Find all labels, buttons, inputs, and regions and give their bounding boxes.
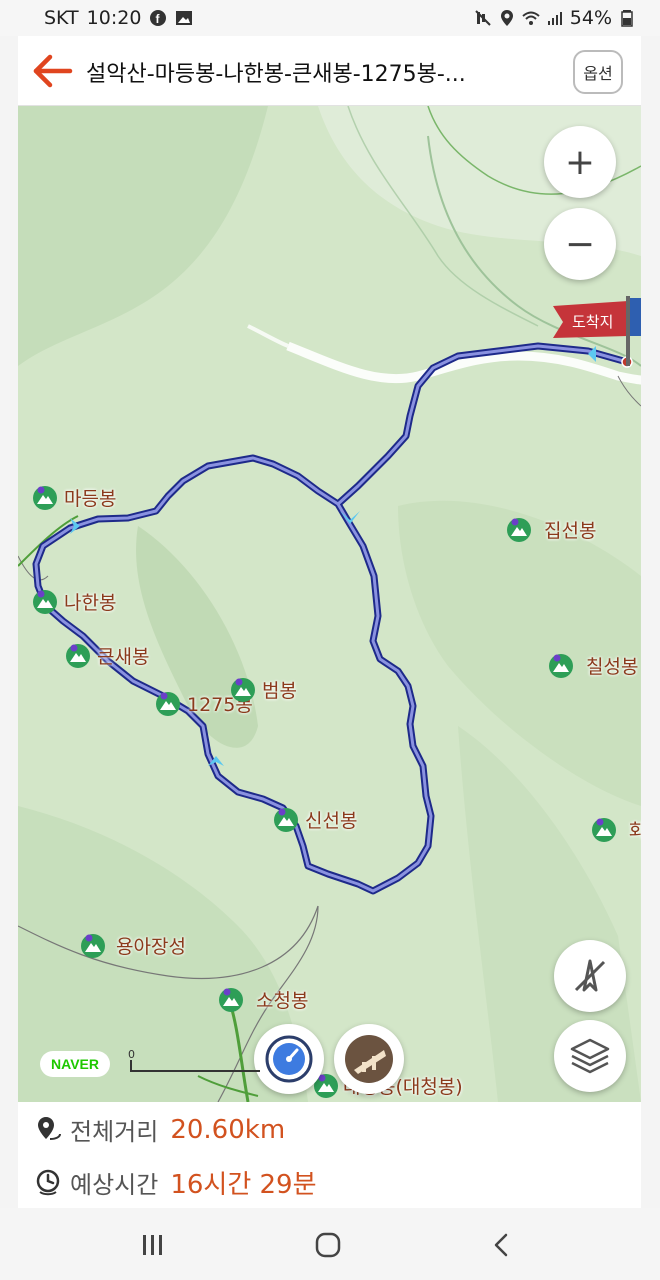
mountain-icon	[549, 653, 573, 678]
peak-marker[interactable]: 칠성봉	[548, 652, 638, 679]
speedometer-icon	[265, 1035, 313, 1083]
time-row: 예상시간 16시간 29분	[36, 1164, 317, 1201]
peak-marker[interactable]: 신선봉	[273, 806, 357, 833]
peak-marker[interactable]: 화	[591, 816, 641, 843]
peak-label: 화	[629, 820, 641, 842]
mountain-icon	[592, 817, 616, 842]
mountain-icon	[156, 691, 180, 716]
distance-value: 20.60km	[170, 1114, 286, 1145]
recents-button[interactable]	[133, 1228, 173, 1262]
route-title: 설악산-마등봉-나한봉-큰새봉-1275봉-...	[86, 62, 466, 87]
options-button[interactable]: 옵션	[573, 50, 623, 94]
home-icon	[315, 1232, 341, 1258]
back-nav-button[interactable]	[482, 1228, 522, 1262]
recents-icon	[143, 1235, 162, 1255]
zoom-in-button[interactable]: +	[544, 126, 616, 198]
peak-marker[interactable]: 나한봉	[32, 588, 116, 615]
peak-label: 집선봉	[544, 520, 597, 542]
facebook-icon: f	[150, 10, 167, 26]
distance-row: 전체거리 20.60km	[36, 1112, 285, 1147]
battery-icon	[621, 10, 633, 27]
route-pin-icon	[38, 1116, 61, 1140]
location-icon	[500, 10, 513, 26]
peak-label: 용아장성	[116, 936, 186, 958]
route-info-panel: 전체거리 20.60km 예상시간 16시간 29분	[18, 1102, 641, 1208]
mute-icon	[475, 10, 491, 26]
mountain-icon	[33, 589, 57, 614]
time-label: 예상시간	[70, 1171, 159, 1199]
arrival-label: 도착지	[572, 313, 614, 331]
peak-label: 범봉	[262, 680, 297, 702]
compass-button[interactable]	[554, 940, 626, 1012]
peak-label: 소청봉	[256, 990, 309, 1012]
mountain-icon	[81, 933, 105, 958]
carrier-text: SKT	[44, 7, 79, 29]
elevation-icon	[345, 1035, 393, 1083]
zoom-out-button[interactable]: −	[544, 208, 616, 280]
scale-bar	[130, 1060, 260, 1072]
naver-logo: NAVER	[40, 1051, 110, 1077]
screen: SKT 10:20 f 54% 설악산-마등봉-나한봉-큰새봉-1275봉-..…	[0, 0, 660, 1280]
peak-marker[interactable]: 큰새봉	[65, 642, 149, 669]
wifi-icon	[522, 11, 540, 25]
distance-label: 전체거리	[70, 1118, 159, 1146]
mountain-icon	[33, 485, 57, 510]
back-button[interactable]	[28, 50, 76, 92]
layers-button[interactable]	[554, 1020, 626, 1092]
back-icon	[494, 1233, 508, 1257]
layers-icon	[570, 1038, 610, 1074]
arrow-left-icon	[33, 54, 73, 88]
system-nav-bar	[0, 1208, 660, 1280]
peak-label: 나한봉	[64, 592, 117, 614]
peak-label: 마등봉	[64, 488, 117, 510]
home-button[interactable]	[308, 1228, 348, 1262]
gallery-icon	[176, 11, 193, 25]
peak-marker[interactable]: 집선봉	[506, 516, 596, 543]
time-text: 10:20	[86, 7, 142, 29]
signal-icon	[547, 12, 562, 25]
mountain-icon	[274, 807, 298, 832]
mountain-icon	[507, 517, 531, 542]
battery-text: 54%	[569, 7, 612, 29]
app-header: 설악산-마등봉-나한봉-큰새봉-1275봉-... 옵션	[18, 36, 641, 106]
clock-icon	[36, 1169, 60, 1195]
mountain-icon	[66, 643, 90, 668]
peak-label: 칠성봉	[586, 656, 639, 678]
peak-label: 큰새봉	[97, 646, 150, 668]
peak-marker[interactable]: 소청봉	[218, 986, 308, 1013]
mountain-icon	[231, 677, 255, 702]
status-bar: SKT 10:20 f 54%	[0, 0, 660, 36]
compass-off-icon	[574, 959, 606, 992]
mountain-icon	[219, 987, 243, 1012]
peak-marker[interactable]: 마등봉	[32, 484, 116, 511]
peak-marker[interactable]: 범봉	[230, 676, 297, 703]
peak-label: 신선봉	[305, 810, 358, 832]
map-view[interactable]: 도착지 + − 마등봉 나한봉 큰새봉 1275봉 범봉 신선봉 집선봉 칠성봉…	[18, 106, 641, 1102]
speedometer-button[interactable]	[254, 1024, 324, 1094]
elevation-button[interactable]	[334, 1024, 404, 1094]
time-value: 16시간 29분	[170, 1170, 317, 1200]
peak-marker[interactable]: 용아장성	[80, 932, 186, 959]
